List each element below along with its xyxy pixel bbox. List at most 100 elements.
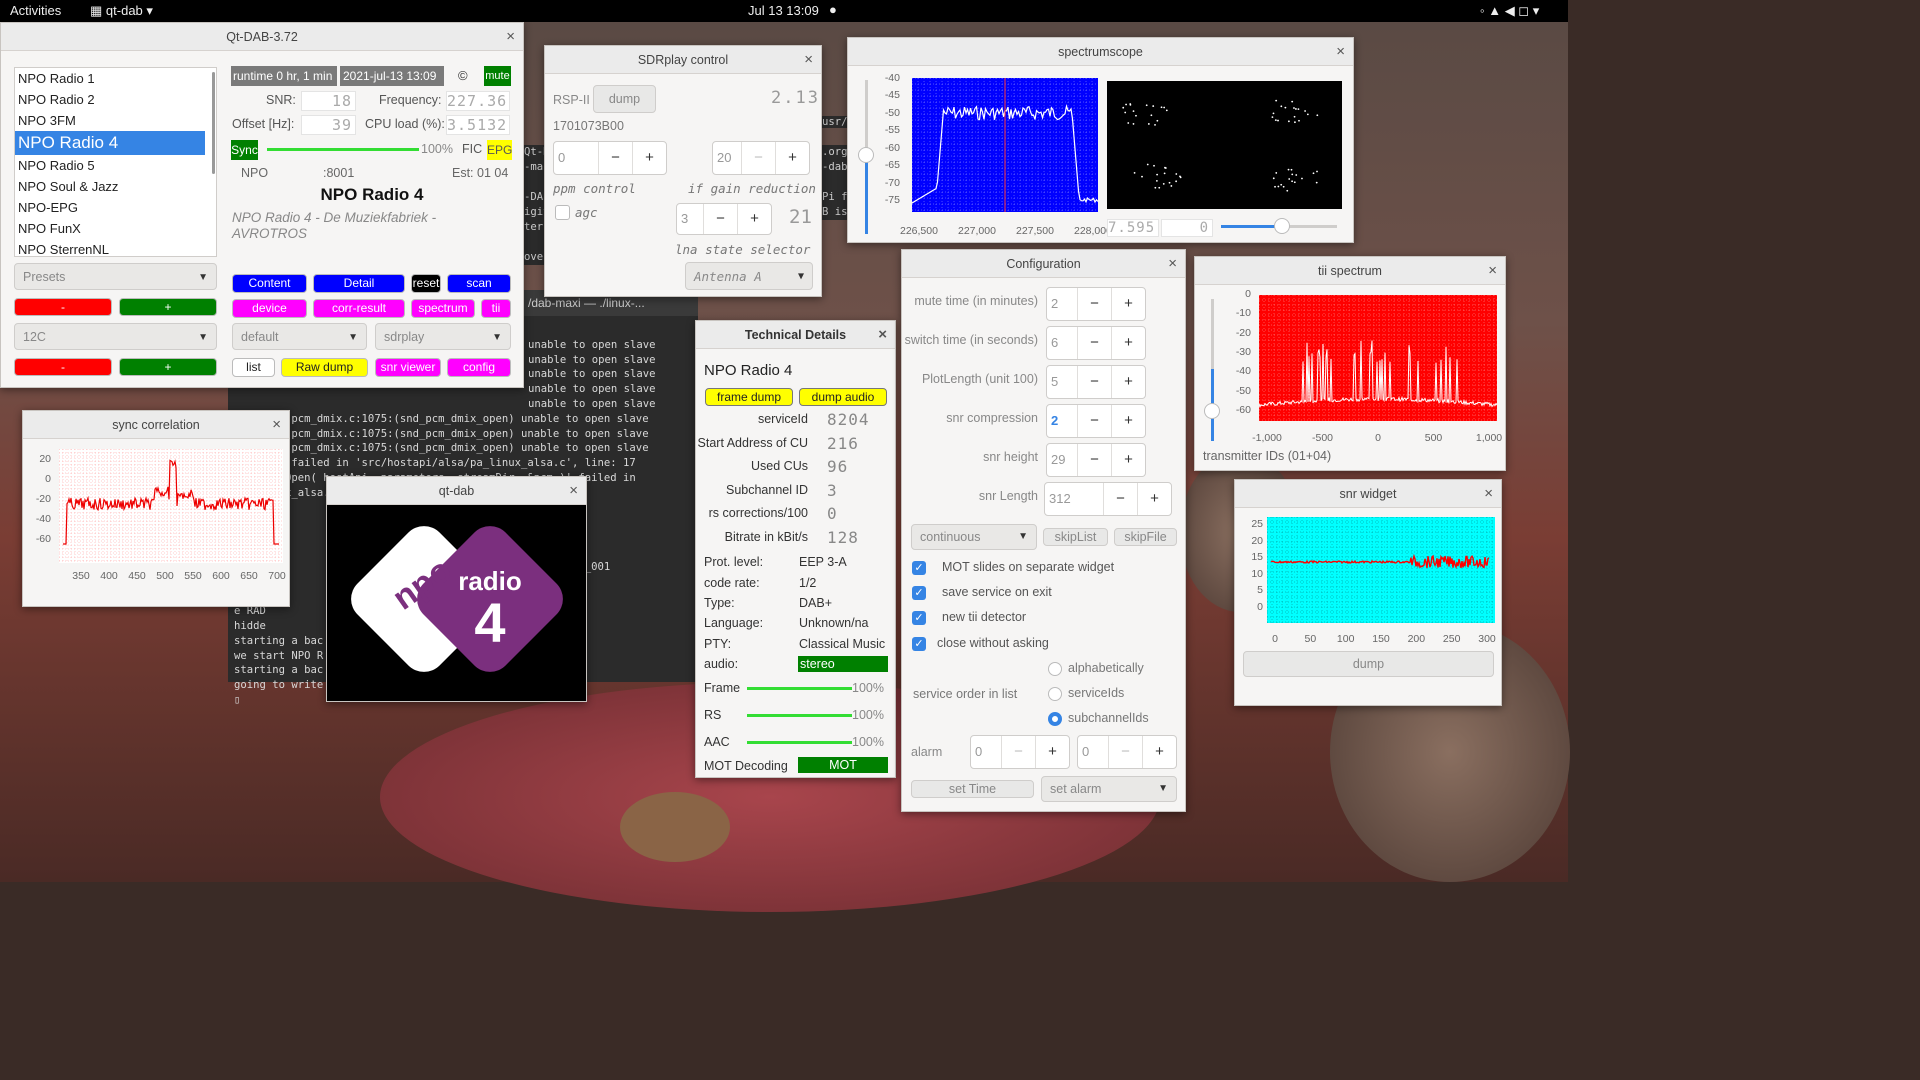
close-icon[interactable]: ×: [1336, 38, 1345, 66]
snr-label: SNR:: [266, 93, 296, 107]
scope-slider-track[interactable]: [858, 80, 874, 234]
snr-viewer-button[interactable]: snr viewer: [375, 358, 441, 377]
minus-icon[interactable]: −: [1077, 444, 1111, 476]
minus-icon[interactable]: −: [1077, 405, 1111, 437]
list-button[interactable]: list: [232, 358, 275, 377]
frame-dump-button[interactable]: frame dump: [705, 388, 793, 406]
scope-zoom-slider[interactable]: [1221, 218, 1337, 234]
skiplist-button[interactable]: skipList: [1043, 528, 1108, 546]
order-alphabetical-radio[interactable]: [1048, 662, 1062, 676]
copyright-icon[interactable]: ©: [458, 68, 468, 83]
close-icon[interactable]: ×: [878, 321, 887, 349]
close-icon[interactable]: ×: [1488, 257, 1497, 285]
plus-icon[interactable]: +: [1111, 405, 1145, 437]
alarm-hour-spinner[interactable]: 0− +: [970, 735, 1070, 769]
station-item[interactable]: NPO Soul & Jazz: [15, 176, 205, 197]
station-item[interactable]: NPO Radio 2: [15, 89, 205, 110]
minus-icon[interactable]: −: [1103, 483, 1137, 515]
station-item[interactable]: NPO Radio 4: [15, 131, 205, 155]
dump-button[interactable]: dump: [593, 85, 656, 113]
tii-button[interactable]: tii: [481, 299, 511, 318]
agc-checkbox[interactable]: [555, 205, 570, 220]
minus-icon[interactable]: −: [1077, 288, 1111, 320]
ppm-control-spinner[interactable]: 0− +: [553, 141, 667, 175]
chevron-down-icon: ▼: [348, 332, 358, 343]
close-icon[interactable]: ×: [569, 477, 578, 505]
lna-spinner[interactable]: 3− +: [676, 203, 772, 235]
activities-button[interactable]: Activities: [10, 3, 61, 18]
device-select[interactable]: sdrplay ▼: [375, 323, 511, 350]
station-item[interactable]: NPO 3FM: [15, 110, 205, 131]
if-gain-spinner[interactable]: 20− +: [712, 141, 810, 175]
preset-add-button[interactable]: +: [119, 298, 217, 316]
close-icon[interactable]: ×: [804, 46, 813, 74]
alarm-minute-spinner[interactable]: 0− +: [1077, 735, 1177, 769]
content-button[interactable]: Content: [232, 274, 307, 293]
config-row-spinner[interactable]: 5− +: [1046, 365, 1146, 399]
tii-detector-checkbox[interactable]: ✓: [912, 611, 926, 625]
tii-detector-label: new tii detector: [942, 610, 1027, 624]
close-without-asking-checkbox[interactable]: ✓: [912, 637, 926, 651]
order-subchannelids-radio[interactable]: [1048, 712, 1062, 726]
clock[interactable]: Jul 13 13:09: [748, 3, 819, 18]
channel-prev-button[interactable]: -: [14, 358, 112, 376]
config-button[interactable]: config: [447, 358, 511, 377]
y-tick-label: -10: [1235, 307, 1251, 320]
scan-button[interactable]: scan: [447, 274, 511, 293]
pty-label: PTY:: [704, 637, 732, 651]
station-item[interactable]: NPO FunX: [15, 218, 205, 239]
station-item[interactable]: NPO-EPG: [15, 197, 205, 218]
preset-remove-button[interactable]: -: [14, 298, 112, 316]
plus-icon[interactable]: +: [1111, 366, 1145, 398]
corr-result-button[interactable]: corr-result: [313, 299, 405, 318]
system-tray[interactable]: ◦ ▲ ◀ ◻ ▾: [1480, 3, 1539, 19]
device-button[interactable]: device: [232, 299, 307, 318]
station-item[interactable]: NPO Radio 1: [15, 68, 205, 89]
minus-icon[interactable]: −: [1077, 366, 1111, 398]
set-time-button[interactable]: set Time: [911, 780, 1034, 798]
channel-select[interactable]: 12C ▼: [14, 323, 217, 350]
close-icon[interactable]: ×: [1484, 480, 1493, 508]
presets-select[interactable]: Presets ▼: [14, 263, 217, 290]
close-icon[interactable]: ×: [1168, 250, 1177, 278]
plus-icon[interactable]: +: [1111, 444, 1145, 476]
plus-icon[interactable]: +: [1137, 483, 1171, 515]
config-row-spinner[interactable]: 6− +: [1046, 326, 1146, 360]
snr-dump-button[interactable]: dump: [1243, 651, 1494, 677]
y-tick-label: -20: [1235, 326, 1251, 339]
antenna-select[interactable]: Antenna A ▼: [685, 262, 813, 290]
constellation-point: [1297, 108, 1300, 111]
dump-audio-button[interactable]: dump audio: [799, 388, 887, 406]
station-item[interactable]: NPO Radio 5: [15, 155, 205, 176]
scan-mode-select[interactable]: continuous ▼: [911, 524, 1037, 550]
station-list[interactable]: NPO Radio 1 NPO Radio 2 NPO 3FM NPO Radio 4…: [14, 67, 217, 257]
minus-icon[interactable]: −: [1077, 327, 1111, 359]
x-tick-label: 300: [1478, 633, 1496, 645]
close-icon[interactable]: ×: [272, 411, 281, 439]
detail-button[interactable]: Detail: [313, 274, 405, 293]
scrollbar[interactable]: [212, 72, 215, 174]
mute-button[interactable]: mute: [484, 66, 511, 86]
set-alarm-select[interactable]: set alarm ▼: [1041, 776, 1177, 802]
config-row-spinner[interactable]: 2− +: [1046, 404, 1146, 438]
order-serviceids-radio[interactable]: [1048, 687, 1062, 701]
app-menu[interactable]: ▦ qt-dab ▾: [90, 3, 153, 19]
minus-icon: −: [1001, 736, 1035, 768]
mot-slides-checkbox[interactable]: ✓: [912, 561, 926, 575]
plus-icon[interactable]: +: [1111, 327, 1145, 359]
channel-next-button[interactable]: +: [119, 358, 217, 376]
reset-button[interactable]: reset: [411, 274, 441, 293]
close-icon[interactable]: ×: [506, 23, 515, 51]
config-row-spinner[interactable]: 2− +: [1046, 287, 1146, 321]
raw-dump-button[interactable]: Raw dump: [281, 358, 368, 377]
config-row-spinner[interactable]: 312− +: [1044, 482, 1172, 516]
plus-icon[interactable]: +: [1111, 288, 1145, 320]
config-row-spinner[interactable]: 29− +: [1046, 443, 1146, 477]
model-label: RSP-II: [553, 93, 590, 107]
station-item[interactable]: NPO SterrenNL: [15, 239, 205, 256]
save-service-checkbox[interactable]: ✓: [912, 586, 926, 600]
tii-slider-track[interactable]: [1204, 299, 1220, 441]
spectrum-button[interactable]: spectrum: [411, 299, 475, 318]
skipfile-button[interactable]: skipFile: [1114, 528, 1177, 546]
audio-output-select[interactable]: default ▼: [232, 323, 367, 350]
